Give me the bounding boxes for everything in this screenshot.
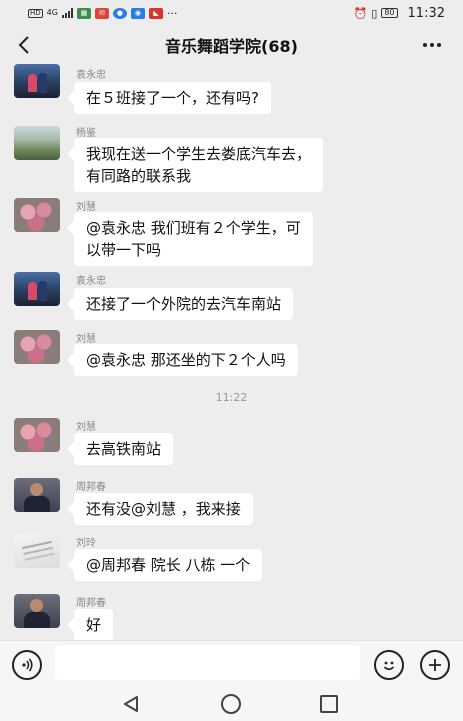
message-bubble[interactable]: 去高铁南站 — [74, 433, 174, 465]
message-bubble[interactable]: @袁永忠 我们班有２个学生，可 以带一下吗 — [74, 212, 313, 266]
square-recents-icon[interactable] — [320, 695, 338, 713]
message-composer — [0, 640, 463, 686]
battery-icon: 80 — [381, 8, 398, 18]
chat-title: 音乐舞蹈学院(68) — [165, 37, 298, 56]
triangle-back-icon[interactable] — [121, 694, 141, 714]
plus-icon — [429, 659, 441, 671]
message-bubble[interactable]: 还接了一个外院的去汽车南站 — [74, 288, 294, 320]
more-options-button[interactable] — [419, 32, 445, 58]
message-list[interactable]: 袁永忠 在５班接了一个，还有吗? 杨鉴 我现在送一个学生去娄底汽车去， 有同路的… — [0, 64, 463, 640]
message-input[interactable] — [55, 645, 360, 680]
back-button[interactable] — [12, 32, 36, 58]
sender-name: 袁永忠 — [76, 70, 106, 81]
message-bubble[interactable]: 我现在送一个学生去娄底汽车去， 有同路的联系我 — [74, 138, 324, 192]
more-notifications-icon: ··· — [166, 6, 178, 20]
more-dot-icon — [423, 43, 427, 47]
chat-header: 音乐舞蹈学院(68) — [0, 26, 463, 64]
chat-notification-icon: ◉ — [130, 7, 145, 19]
signal-icon — [61, 8, 73, 18]
emoji-icon — [383, 661, 395, 671]
network-type-label: 4G — [46, 8, 58, 17]
voice-icon — [22, 658, 33, 672]
vibrate-icon: ▯ — [371, 6, 378, 20]
app-notification-icon: ▦ — [76, 7, 91, 19]
voice-input-button[interactable] — [12, 650, 42, 680]
avatar[interactable] — [14, 272, 60, 306]
sender-name: 刘玲 — [76, 538, 96, 549]
more-actions-button[interactable] — [420, 650, 450, 680]
avatar[interactable] — [14, 594, 60, 628]
avatar[interactable] — [14, 478, 60, 512]
browser-notification-icon: ● — [112, 7, 127, 19]
sender-name: 刘慧 — [76, 202, 96, 213]
avatar[interactable] — [14, 418, 60, 452]
sender-name: 刘慧 — [76, 334, 96, 345]
sender-name: 周邦春 — [76, 598, 106, 609]
avatar[interactable] — [14, 534, 60, 568]
system-navigation-bar — [0, 686, 463, 721]
status-bar: HD 4G ▦ ✉ ● ◉ ◣ ··· ⏰ ▯ 80 11:32 — [0, 0, 463, 26]
message-bubble[interactable]: @周邦春 院长 八栋 一个 — [74, 549, 263, 581]
sender-name: 杨鉴 — [76, 128, 96, 139]
status-left: HD 4G ▦ ✉ ● ◉ ◣ ··· — [28, 6, 178, 20]
sender-name: 周邦春 — [76, 482, 106, 493]
status-time: 11:32 — [407, 5, 445, 21]
hd-icon: HD — [28, 8, 43, 18]
message-bubble[interactable]: 在５班接了一个，还有吗? — [74, 82, 271, 114]
avatar[interactable] — [14, 64, 60, 98]
avatar[interactable] — [14, 126, 60, 160]
message-timestamp: 11:22 — [215, 391, 248, 404]
emoji-button[interactable] — [374, 650, 404, 680]
chevron-left-icon — [18, 36, 29, 54]
more-dot-icon — [430, 43, 434, 47]
status-right: ⏰ ▯ 80 11:32 — [354, 6, 445, 21]
news-notification-icon: ◣ — [148, 7, 163, 19]
message-bubble[interactable]: 还有没@刘慧 ，我来接 — [74, 493, 253, 525]
mail-notification-icon: ✉ — [94, 7, 109, 19]
message-bubble[interactable]: 好 — [74, 609, 114, 640]
circle-home-icon[interactable] — [221, 694, 241, 714]
more-dot-icon — [437, 43, 441, 47]
alarm-icon: ⏰ — [353, 6, 368, 20]
message-bubble[interactable]: @袁永忠 那还坐的下２个人吗 — [74, 344, 298, 376]
sender-name: 刘慧 — [76, 422, 96, 433]
sender-name: 袁永忠 — [76, 276, 106, 287]
avatar[interactable] — [14, 198, 60, 232]
avatar[interactable] — [14, 330, 60, 364]
